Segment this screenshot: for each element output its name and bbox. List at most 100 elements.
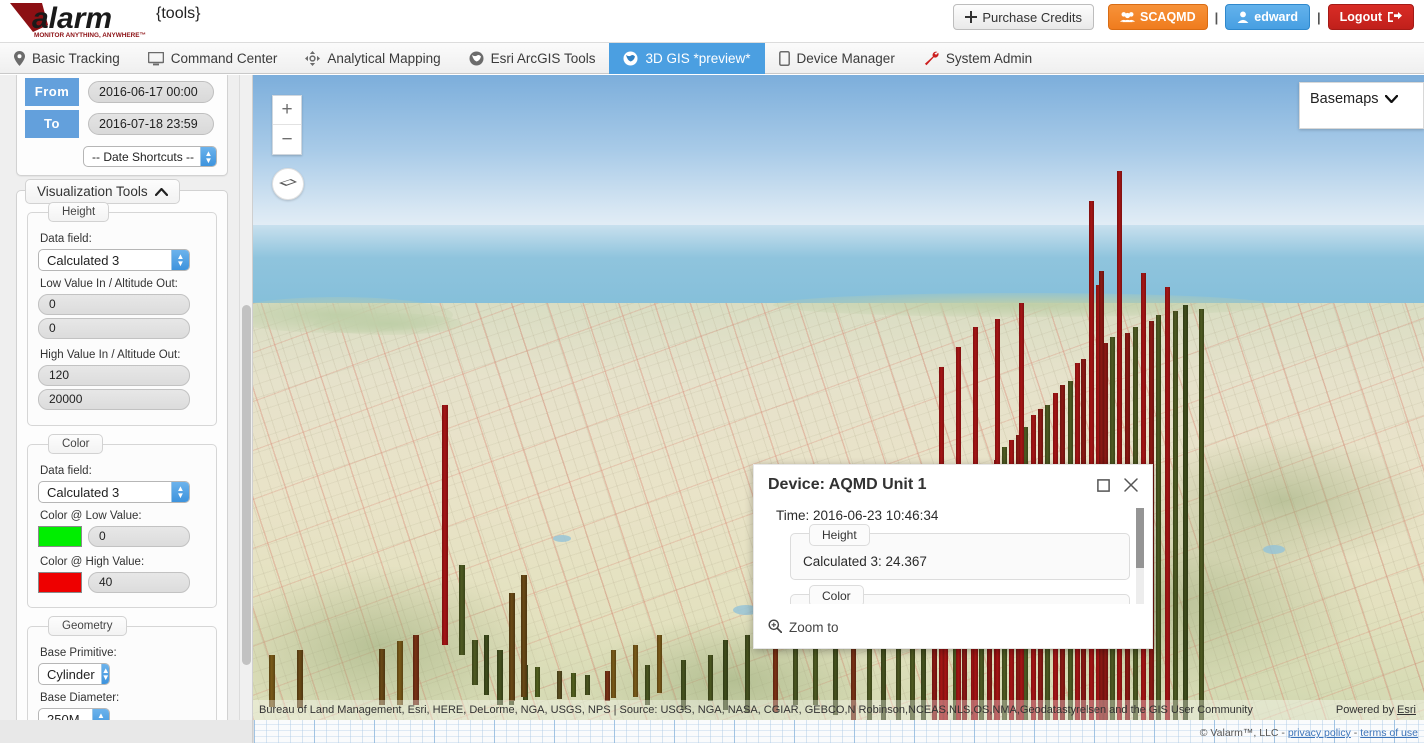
data-bar[interactable]: [535, 667, 540, 697]
date-to-row: To 2016-07-18 23:59: [25, 110, 219, 138]
data-bar[interactable]: [585, 675, 590, 695]
close-icon[interactable]: [1124, 478, 1138, 492]
select-arrows-icon: ▲▼: [171, 250, 189, 270]
sidebar-scrollbar-thumb[interactable]: [242, 305, 251, 665]
popup-zoom-to-button[interactable]: Zoom to: [754, 619, 1152, 648]
height-data-field-value: Calculated 3: [47, 252, 120, 268]
data-bar[interactable]: [1173, 311, 1178, 720]
color-low-label: Color @ Low Value:: [40, 510, 142, 522]
data-bar[interactable]: [1183, 305, 1188, 720]
data-bar[interactable]: [708, 655, 713, 701]
data-bar[interactable]: [1156, 315, 1161, 720]
privacy-policy-link[interactable]: privacy policy: [1288, 727, 1351, 739]
color-high-swatch[interactable]: [38, 572, 82, 593]
footer-copyright: © Valarm™, LLC - privacy policy - terms …: [1200, 727, 1418, 739]
height-low-altitude-out[interactable]: 0: [38, 318, 190, 339]
data-bar[interactable]: [509, 593, 515, 701]
height-high-altitude-out[interactable]: 20000: [38, 389, 190, 410]
nav-tab-label: Device Manager: [796, 51, 895, 66]
color-low-swatch[interactable]: [38, 526, 82, 547]
nav-tab-esri-arcgis-tools[interactable]: Esri ArcGIS Tools: [455, 43, 610, 74]
water-body: [553, 535, 571, 542]
data-bar[interactable]: [645, 665, 650, 705]
visualization-tools-header[interactable]: Visualization Tools: [25, 179, 180, 204]
data-bar[interactable]: [521, 575, 527, 697]
user-label: edward: [1254, 10, 1299, 24]
user-icon: [1237, 11, 1249, 23]
zoom-in-icon: [768, 619, 783, 636]
date-to-input[interactable]: 2016-07-18 23:59: [88, 113, 214, 135]
data-bar[interactable]: [459, 565, 465, 655]
date-shortcuts-select[interactable]: -- Date Shortcuts -- ▲ ▼: [83, 146, 217, 167]
3d-map-view[interactable]: + − Basemaps Device: AQMD Unit 1 Time: 2…: [253, 75, 1424, 720]
nav-tab-device-manager[interactable]: Device Manager: [765, 43, 909, 74]
data-bar[interactable]: [605, 671, 610, 701]
data-bar[interactable]: [442, 405, 448, 645]
popup-scrollbar[interactable]: [1136, 508, 1144, 604]
color-low-value[interactable]: 0: [88, 526, 190, 547]
popup-height-section: Height Calculated 3: 24.367: [790, 524, 1130, 580]
visualization-tools-panel: Visualization Tools Height Data field: C…: [16, 179, 228, 743]
height-data-field-select[interactable]: Calculated 3 ▲ ▼: [38, 249, 190, 271]
globe-icon: [623, 51, 638, 66]
map-zoom-controls: + −: [272, 95, 302, 155]
nav-tab-3d-gis[interactable]: 3D GIS *preview*: [609, 43, 765, 74]
users-icon: [1120, 11, 1136, 23]
data-bar[interactable]: [633, 645, 638, 697]
date-from-input[interactable]: 2016-06-17 00:00: [88, 81, 214, 103]
nav-tab-basic-tracking[interactable]: Basic Tracking: [0, 43, 134, 74]
date-from-label: From: [25, 78, 79, 106]
nav-tab-system-admin[interactable]: System Admin: [909, 43, 1046, 74]
user-button[interactable]: edward: [1225, 4, 1311, 30]
color-high-value[interactable]: 40: [88, 572, 190, 593]
height-low-value-in[interactable]: 0: [38, 294, 190, 315]
zoom-out-button[interactable]: −: [273, 125, 301, 154]
data-bar[interactable]: [557, 671, 562, 699]
nav-tab-command-center[interactable]: Command Center: [134, 43, 292, 74]
left-sidebar: From 2016-06-17 00:00 To 2016-07-18 23:5…: [0, 75, 253, 743]
geometry-primitive-value: Cylinder: [47, 666, 95, 682]
purchase-credits-button[interactable]: Purchase Credits: [953, 4, 1095, 30]
data-bar[interactable]: [1165, 287, 1170, 720]
organization-button[interactable]: SCAQMD: [1108, 4, 1208, 30]
geometry-primitive-select[interactable]: Cylinder ▲ ▼: [38, 663, 110, 685]
select-arrows-icon: ▲▼: [200, 147, 216, 166]
data-bar[interactable]: [571, 673, 576, 697]
nav-tab-analytical-mapping[interactable]: Analytical Mapping: [291, 43, 454, 74]
wrench-icon: [923, 51, 939, 66]
logout-button[interactable]: Logout: [1327, 4, 1414, 30]
basemaps-button[interactable]: Basemaps: [1300, 83, 1423, 114]
data-bar[interactable]: [484, 635, 489, 695]
terms-of-use-link[interactable]: terms of use: [1360, 727, 1418, 739]
feature-popup[interactable]: Device: AQMD Unit 1 Time: 2016-06-23 10:…: [753, 464, 1153, 649]
esri-link[interactable]: Esri: [1397, 704, 1416, 716]
data-bar[interactable]: [657, 635, 662, 693]
sidebar-scrollbar[interactable]: [239, 75, 252, 743]
popup-scrollbar-thumb[interactable]: [1136, 508, 1144, 568]
compass-button[interactable]: [272, 168, 304, 200]
bottom-left-strip: [0, 720, 253, 743]
data-bar[interactable]: [611, 650, 616, 698]
phone-icon: [778, 51, 790, 66]
data-bar[interactable]: [413, 635, 419, 705]
data-bar[interactable]: [379, 649, 385, 705]
maximize-icon[interactable]: [1097, 478, 1110, 492]
popup-height-value: Calculated 3: 24.367: [803, 554, 927, 569]
organization-label: SCAQMD: [1140, 10, 1196, 24]
copyright-text: © Valarm™, LLC -: [1199, 727, 1288, 739]
data-bar[interactable]: [1199, 309, 1204, 720]
popup-color-legend: Color: [809, 585, 864, 604]
globe-icon: [469, 51, 484, 66]
footer-dash: -: [1350, 727, 1361, 739]
data-bar[interactable]: [497, 650, 503, 705]
data-bar[interactable]: [397, 641, 403, 705]
main-navigation: Basic Tracking Command Center Analytical…: [0, 42, 1424, 74]
data-bar[interactable]: [472, 640, 478, 685]
select-arrows-icon: ▲▼: [100, 664, 110, 684]
height-high-value-in[interactable]: 120: [38, 365, 190, 386]
color-data-field-select[interactable]: Calculated 3 ▲ ▼: [38, 481, 190, 503]
valarm-logo-icon: alarm MONITOR ANYTHING, ANYWHERE™: [10, 2, 146, 39]
logo[interactable]: alarm MONITOR ANYTHING, ANYWHERE™ {tools…: [8, 1, 200, 39]
visualization-tools-title: Visualization Tools: [37, 184, 148, 199]
zoom-in-button[interactable]: +: [273, 96, 301, 125]
